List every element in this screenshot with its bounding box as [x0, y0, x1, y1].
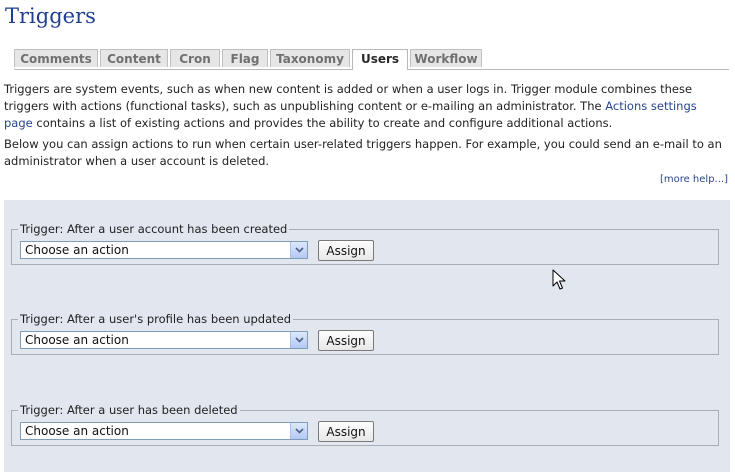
action-select-value: Choose an action — [25, 333, 129, 347]
trigger-user-created: Trigger: After a user account has been c… — [11, 222, 719, 265]
trigger-legend: Trigger: After a user has been deleted — [20, 403, 238, 417]
tab-bar: Comments Content Cron Flag Taxonomy User… — [14, 49, 729, 70]
assign-button[interactable]: Assign — [318, 240, 374, 261]
trigger-legend: Trigger: After a user account has been c… — [20, 222, 288, 236]
intro-text-start: Triggers are system events, such as when… — [4, 82, 693, 113]
users-description: Below you can assign actions to run when… — [4, 137, 722, 168]
intro-paragraph: Triggers are system events, such as when… — [4, 81, 726, 132]
assign-button[interactable]: Assign — [318, 421, 374, 442]
tab-comments[interactable]: Comments — [14, 49, 98, 67]
page-title: Triggers — [5, 4, 96, 28]
action-select-value: Choose an action — [25, 243, 129, 257]
tab-cron[interactable]: Cron — [170, 49, 220, 67]
more-help-link[interactable]: [more help...] — [660, 174, 728, 185]
mouse-pointer-icon — [552, 269, 566, 290]
intro-text-end: contains a list of existing actions and … — [32, 116, 613, 130]
tab-flag[interactable]: Flag — [222, 49, 268, 67]
tab-users[interactable]: Users — [352, 49, 408, 70]
trigger-user-deleted: Trigger: After a user has been deleted C… — [11, 403, 719, 446]
chevron-down-icon[interactable] — [290, 423, 307, 439]
tab-taxonomy[interactable]: Taxonomy — [270, 49, 350, 67]
action-select-value: Choose an action — [25, 424, 129, 438]
chevron-down-icon[interactable] — [290, 332, 307, 348]
action-select[interactable]: Choose an action — [20, 241, 308, 259]
action-select[interactable]: Choose an action — [20, 331, 308, 349]
tab-content[interactable]: Content — [100, 49, 168, 67]
tab-workflow[interactable]: Workflow — [410, 49, 482, 67]
trigger-legend: Trigger: After a user's profile has been… — [20, 312, 292, 326]
trigger-profile-updated: Trigger: After a user's profile has been… — [11, 312, 719, 355]
chevron-down-icon[interactable] — [290, 242, 307, 258]
trigger-form: Trigger: After a user account has been c… — [4, 200, 730, 472]
assign-button[interactable]: Assign — [318, 330, 374, 351]
action-select[interactable]: Choose an action — [20, 422, 308, 440]
